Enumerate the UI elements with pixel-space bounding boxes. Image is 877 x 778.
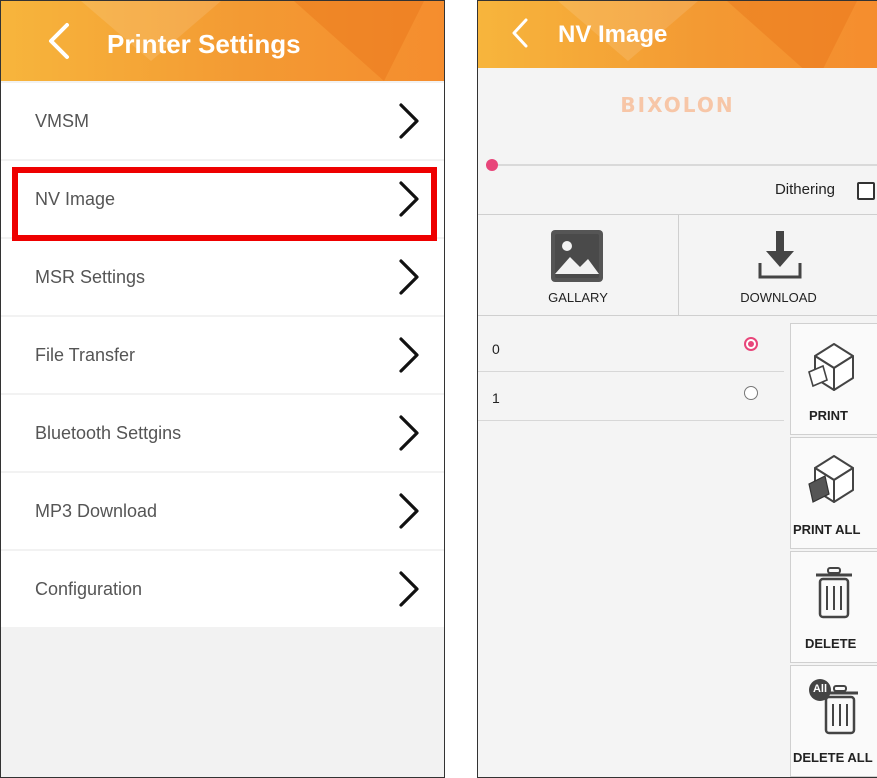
chevron-right-icon: [399, 415, 419, 451]
back-arrow-icon[interactable]: [41, 21, 77, 61]
list-item[interactable]: 1: [478, 372, 784, 421]
image-index: 1: [492, 390, 500, 406]
settings-menu: VMSM NV Image MSR Settings File Transfer…: [1, 83, 444, 629]
delete-button[interactable]: DELETE: [790, 551, 877, 663]
printer-icon: [808, 343, 854, 391]
image-source-toolbar: GALLARY DOWNLOAD: [478, 214, 877, 316]
nv-image-list: 0 1: [478, 323, 784, 421]
menu-item-label: Configuration: [35, 578, 143, 599]
app-bar: Printer Settings: [1, 1, 444, 81]
chevron-right-icon: [399, 571, 419, 607]
back-arrow-icon[interactable]: [506, 17, 534, 49]
page-title: NV Image: [558, 21, 668, 48]
chevron-right-icon: [399, 337, 419, 373]
bixolon-logo: BIXOLON: [620, 93, 735, 117]
trash-icon: [816, 567, 852, 619]
menu-item-msr-settings[interactable]: MSR Settings: [1, 239, 444, 315]
appbar-decoration: [294, 1, 424, 81]
appbar-decoration: [727, 1, 857, 68]
gallery-label: GALLARY: [548, 290, 608, 305]
download-label: DOWNLOAD: [740, 290, 817, 305]
action-panel: PRINT PRINT ALL DELETE All DELETE ALL: [790, 323, 877, 777]
menu-item-label: VMSM: [35, 110, 89, 131]
delete-label: DELETE: [805, 636, 857, 651]
image-index: 0: [492, 341, 500, 357]
download-icon: [758, 231, 802, 279]
printer-all-icon: [808, 455, 854, 503]
slider-track: [492, 164, 877, 166]
print-all-button[interactable]: PRINT ALL: [790, 437, 877, 549]
menu-item-bluetooth-settings[interactable]: Bluetooth Settgins: [1, 395, 444, 471]
slider-thumb[interactable]: [486, 159, 498, 171]
menu-item-label: File Transfer: [35, 344, 136, 365]
page-title: Printer Settings: [107, 29, 301, 59]
menu-item-label: NV Image: [35, 188, 116, 209]
menu-item-file-transfer[interactable]: File Transfer: [1, 317, 444, 393]
print-button[interactable]: PRINT: [790, 323, 877, 435]
chevron-right-icon: [399, 181, 419, 217]
gallery-button[interactable]: GALLARY: [478, 215, 679, 315]
menu-item-label: MSR Settings: [35, 266, 146, 287]
chevron-right-icon: [399, 493, 419, 529]
menu-item-configuration[interactable]: Configuration: [1, 551, 444, 627]
menu-item-nv-image[interactable]: NV Image: [1, 161, 444, 237]
all-badge: All: [812, 683, 828, 695]
delete-all-label: DELETE ALL: [793, 750, 873, 765]
chevron-right-icon: [399, 103, 419, 139]
download-button[interactable]: DOWNLOAD: [679, 215, 877, 315]
print-all-label: PRINT ALL: [793, 522, 861, 537]
menu-item-label: MP3 Download: [35, 500, 158, 521]
chevron-right-icon: [399, 259, 419, 295]
app-bar: NV Image: [478, 1, 877, 68]
printer-settings-screen: Printer Settings VMSM NV Image MSR Setti…: [0, 0, 445, 778]
gallery-image-icon: [551, 230, 603, 282]
menu-item-mp3-download[interactable]: MP3 Download: [1, 473, 444, 549]
print-label: PRINT: [809, 408, 848, 423]
dithering-label: Dithering: [774, 181, 835, 198]
list-item[interactable]: 0: [478, 323, 784, 372]
radio-selected[interactable]: [744, 337, 758, 351]
menu-item-vmsm[interactable]: VMSM: [1, 83, 444, 159]
menu-item-label: Bluetooth Settgins: [35, 422, 182, 443]
delete-all-button[interactable]: All DELETE ALL: [790, 665, 877, 777]
dithering-checkbox[interactable]: [857, 182, 875, 200]
nv-image-screen: NV Image BIXOLON Dithering GALLARY DOWNL…: [477, 0, 877, 778]
radio-unselected[interactable]: [744, 386, 758, 400]
